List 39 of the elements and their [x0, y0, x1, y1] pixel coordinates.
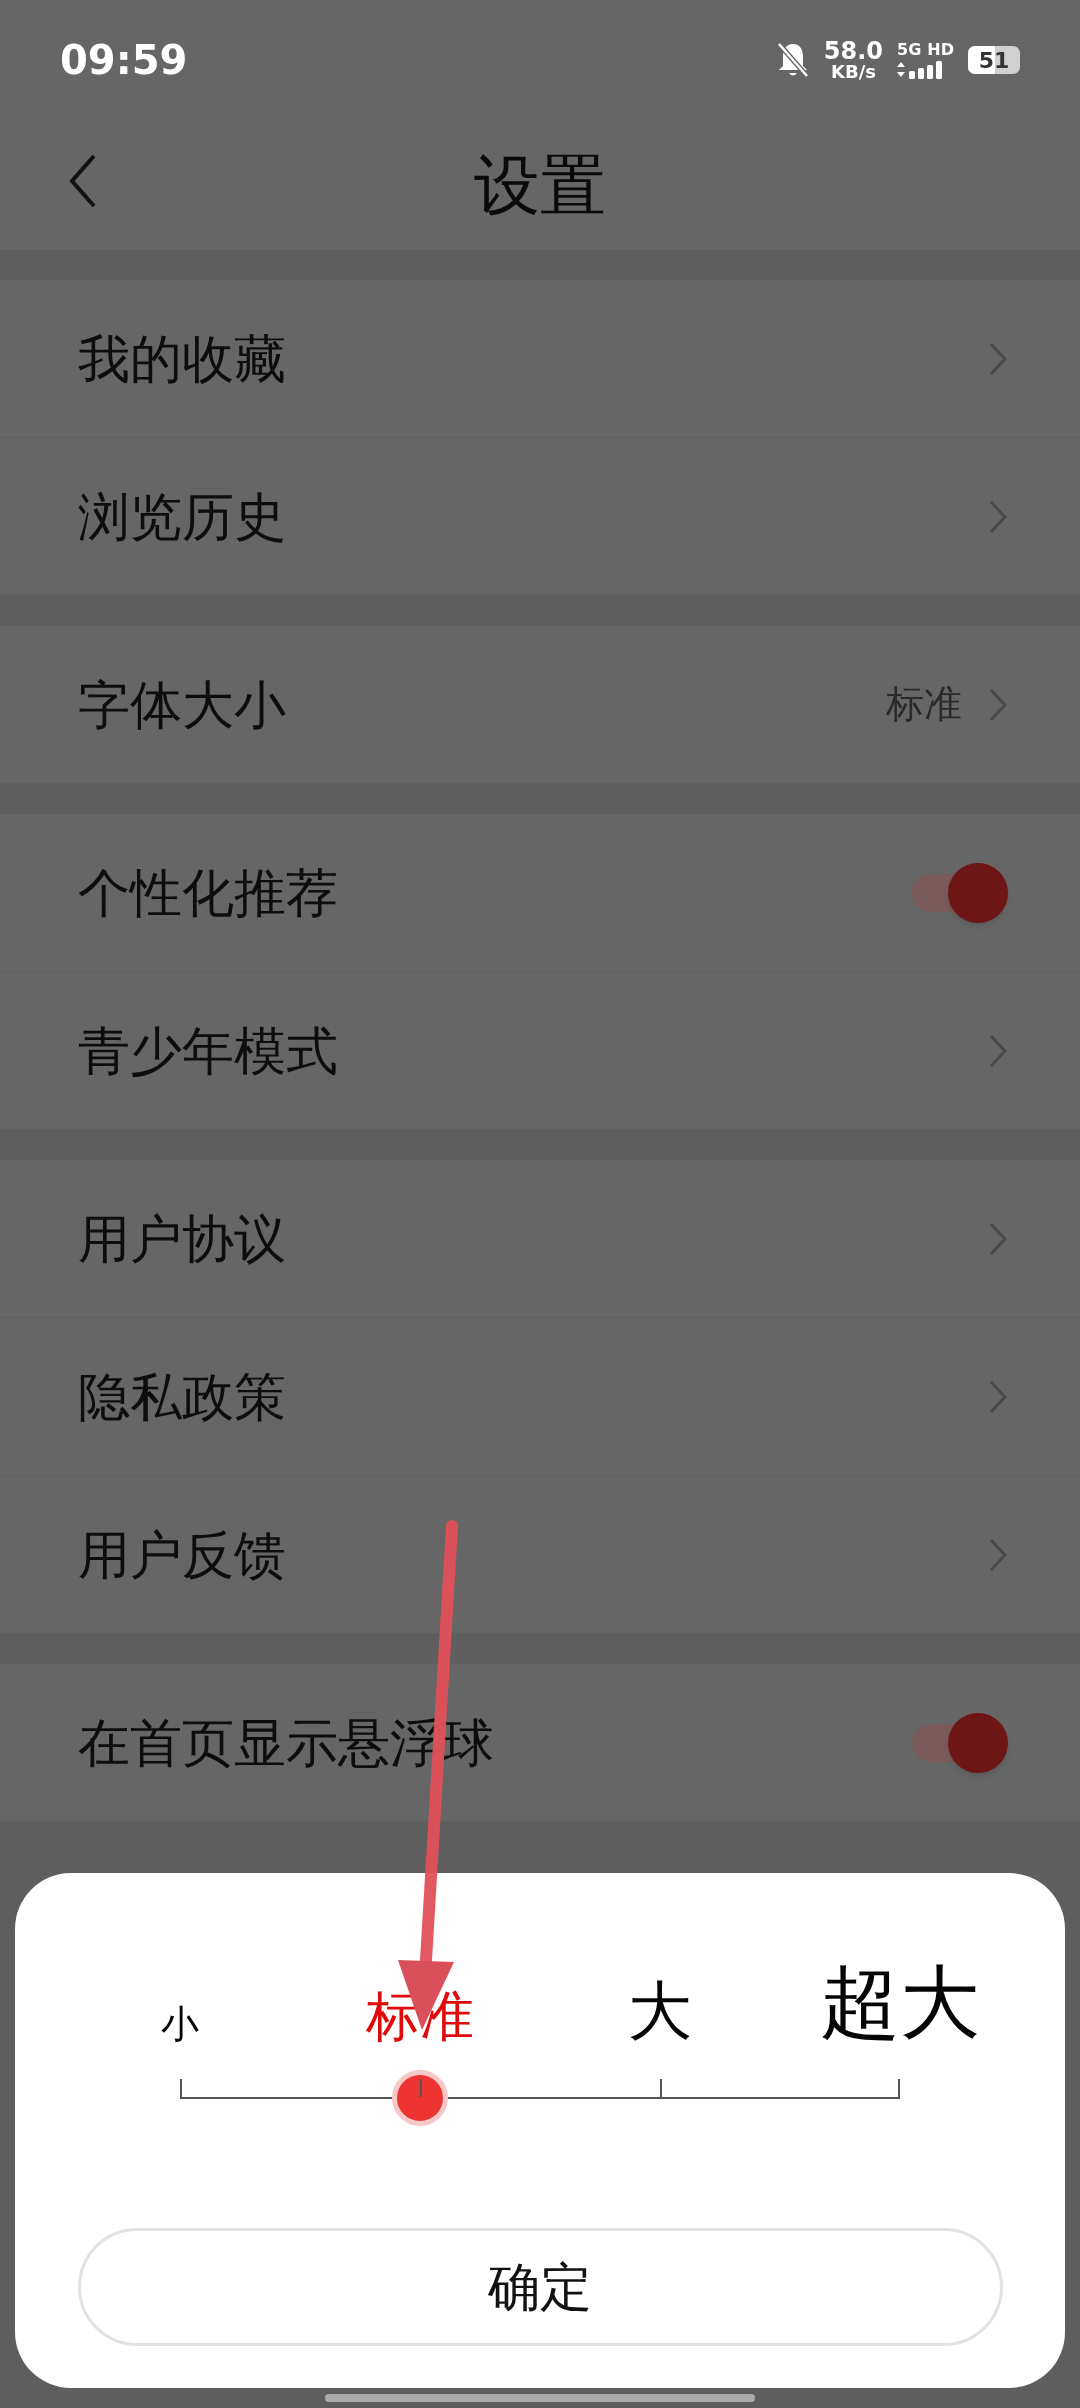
status-time: 09:59	[60, 36, 188, 85]
confirm-button[interactable]: 确定	[77, 2228, 1003, 2346]
back-icon[interactable]	[68, 153, 98, 209]
battery-indicator: 51	[968, 46, 1020, 74]
settings-row[interactable]: 用户反馈	[0, 1476, 1080, 1634]
row-label: 个性化推荐	[78, 862, 338, 924]
row-label: 我的收藏	[78, 328, 286, 390]
row-label: 青少年模式	[78, 1020, 338, 1082]
settings-row[interactable]: 个性化推荐	[0, 814, 1080, 972]
chevron-right-icon	[988, 1220, 1008, 1257]
row-label: 用户反馈	[78, 1524, 286, 1586]
settings-row[interactable]: 用户协议	[0, 1160, 1080, 1318]
font-size-option[interactable]: 小	[161, 2005, 199, 2043]
row-label: 用户协议	[78, 1208, 286, 1270]
settings-row[interactable]: 浏览历史	[0, 438, 1080, 596]
chevron-right-icon	[988, 498, 1008, 535]
settings-row[interactable]: 隐私政策	[0, 1318, 1080, 1476]
hd-label: HD	[927, 41, 954, 58]
font-size-option[interactable]: 超大	[820, 1963, 980, 2043]
row-label: 隐私政策	[78, 1366, 286, 1428]
settings-row[interactable]: 青少年模式	[0, 972, 1080, 1130]
chevron-right-icon	[988, 686, 1008, 723]
font-size-option[interactable]: 大	[628, 1979, 692, 2043]
settings-row[interactable]: 我的收藏	[0, 280, 1080, 438]
network-type: 5G	[897, 41, 922, 58]
chevron-right-icon	[988, 340, 1008, 377]
toggle-switch[interactable]	[912, 862, 1008, 923]
toggle-switch[interactable]	[912, 1712, 1008, 1773]
chevron-right-icon	[988, 1032, 1008, 1069]
bell-muted-icon	[775, 41, 810, 79]
row-label: 浏览历史	[78, 486, 286, 548]
row-value: 标准	[886, 682, 962, 727]
net-speed-unit: KB/s	[830, 63, 876, 81]
chevron-right-icon	[988, 1536, 1008, 1573]
row-label: 字体大小	[78, 674, 286, 736]
chevron-right-icon	[988, 1378, 1008, 1415]
page-title: 设置	[474, 146, 606, 224]
settings-row[interactable]: 字体大小 标准	[0, 626, 1080, 784]
net-speed: 58.0	[823, 39, 884, 63]
